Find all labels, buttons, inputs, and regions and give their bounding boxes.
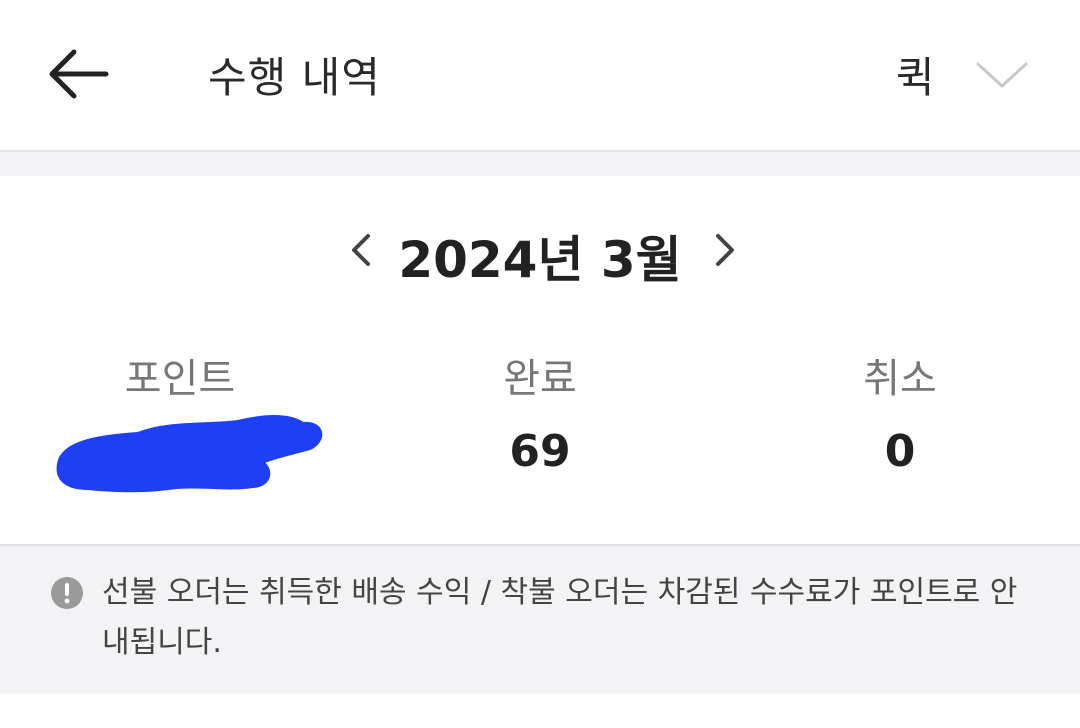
cancelled-label: 취소 (863, 356, 937, 402)
chevron-right-icon (716, 234, 734, 266)
prev-month-button[interactable] (336, 222, 386, 278)
completed-label: 완료 (503, 356, 577, 402)
monthly-summary: 2024년 3월 포인트 완료 69 취소 0 (0, 176, 1080, 544)
stat-cancelled: 취소 0 (750, 346, 1050, 477)
page-title: 수행 내역 (208, 53, 381, 102)
chevron-down-icon (976, 62, 1028, 88)
cancelled-value: 0 (884, 426, 916, 477)
month-label: 2024년 3월 (398, 231, 682, 289)
app-header: 수행 내역 퀵 (0, 0, 1080, 152)
points-label: 포인트 (124, 356, 236, 402)
section-gap (0, 152, 1080, 176)
back-button[interactable] (44, 44, 114, 104)
content-area (0, 694, 1080, 728)
arrow-left-icon (49, 49, 109, 99)
notice-text: 선불 오더는 취득한 배송 수익 / 착불 오더는 차감된 수수료가 포인트로 … (102, 575, 1018, 660)
info-exclamation-icon (51, 577, 83, 609)
service-dropdown-button[interactable] (972, 56, 1032, 96)
chevron-left-icon (352, 234, 370, 266)
redaction-scribble (56, 415, 323, 493)
service-type-label[interactable]: 퀵 (896, 44, 935, 105)
next-month-button[interactable] (700, 222, 750, 278)
stat-completed: 완료 69 (390, 346, 690, 477)
completed-value: 69 (509, 426, 571, 477)
notice-banner: 선불 오더는 취득한 배송 수익 / 착불 오더는 차감된 수수료가 포인트로 … (0, 546, 1080, 694)
month-navigator: 2024년 3월 (0, 214, 1080, 289)
